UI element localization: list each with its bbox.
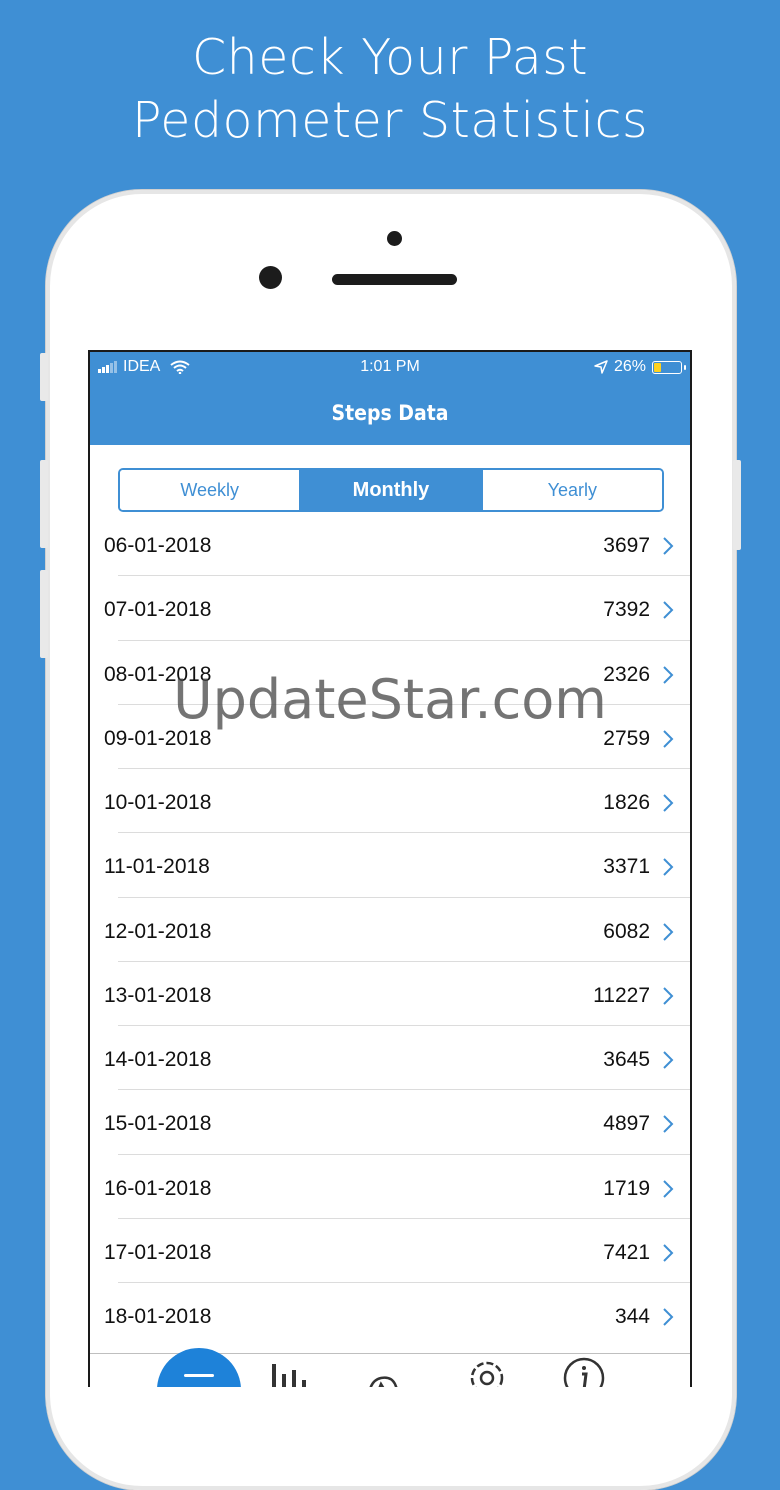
- row-date: 08-01-2018: [104, 662, 212, 686]
- row-steps: 344: [614, 1305, 650, 1328]
- headline-line-2: Pedometer Statistics: [132, 92, 648, 149]
- front-camera: [259, 266, 282, 289]
- battery-icon: [652, 360, 686, 374]
- segment-weekly[interactable]: Weekly: [120, 470, 300, 510]
- settings-icon[interactable]: [464, 1356, 510, 1387]
- row-date: 17-01-2018: [104, 1240, 212, 1264]
- list-item[interactable]: 09-01-2018 2759: [90, 705, 690, 770]
- list-item[interactable]: 13-01-2018 11227: [90, 962, 690, 1027]
- headline-line-1: Check Your Past: [191, 29, 589, 86]
- list-item[interactable]: 07-01-2018 7392: [90, 576, 690, 641]
- row-date: 12-01-2018: [104, 919, 212, 943]
- promo-headline: Check Your Past Pedometer Statistics: [0, 26, 780, 152]
- row-date: 06-01-2018: [104, 534, 212, 557]
- list-item[interactable]: 16-01-2018 1719: [90, 1155, 690, 1220]
- period-segmented-control: Weekly Monthly Yearly: [118, 468, 664, 512]
- segment-yearly[interactable]: Yearly: [480, 470, 662, 510]
- chevron-right-icon: [663, 987, 674, 1005]
- chevron-right-icon: [663, 665, 674, 684]
- list-item[interactable]: 14-01-2018 3645: [90, 1026, 690, 1091]
- list-item[interactable]: 15-01-2018 4897: [90, 1090, 690, 1155]
- steps-list: 06-01-2018 3697 07-01-2018 7392 08-01-2018 23…: [90, 512, 690, 1347]
- list-item[interactable]: 17-01-2018 7421: [90, 1219, 690, 1284]
- phone-volume-up: [40, 460, 48, 548]
- row-steps: 7421: [603, 1240, 650, 1264]
- row-date: 14-01-2018: [104, 1048, 212, 1071]
- chevron-right-icon: [663, 794, 674, 812]
- row-steps: 7392: [603, 598, 650, 622]
- row-date: 09-01-2018: [104, 726, 212, 750]
- battery-percent: 26%: [613, 358, 646, 375]
- row-date: 18-01-2018: [104, 1305, 212, 1328]
- row-date: 07-01-2018: [104, 598, 212, 622]
- earpiece-speaker: [332, 274, 457, 285]
- list-item[interactable]: 18-01-2018 344: [90, 1283, 690, 1347]
- app-screen: IDEA 1:01 PM 26% Steps Data Weekly Month…: [88, 350, 692, 1387]
- location-arrow-icon: [594, 360, 608, 374]
- row-steps: 3371: [603, 855, 650, 879]
- row-steps: 3645: [603, 1048, 650, 1071]
- chevron-right-icon: [663, 922, 674, 941]
- row-date: 13-01-2018: [104, 983, 212, 1007]
- row-steps: 2759: [603, 726, 650, 750]
- status-right: 26%: [594, 358, 686, 376]
- chevron-right-icon: [663, 1115, 674, 1133]
- list-item[interactable]: 11-01-2018 3371: [90, 833, 690, 898]
- row-steps: 11227: [593, 983, 650, 1007]
- list-item[interactable]: 06-01-2018 3697: [90, 512, 690, 577]
- info-icon[interactable]: [562, 1356, 606, 1387]
- proximity-sensor: [387, 231, 402, 246]
- chevron-right-icon: [663, 1051, 674, 1069]
- row-date: 16-01-2018: [104, 1176, 212, 1200]
- chevron-right-icon: [663, 730, 674, 748]
- row-date: 15-01-2018: [104, 1112, 212, 1136]
- list-item[interactable]: 08-01-2018 2326: [90, 641, 690, 706]
- nav-title: Steps Data: [90, 382, 690, 445]
- chevron-right-icon: [663, 1244, 674, 1262]
- chevron-right-icon: [663, 601, 674, 619]
- row-steps: 3697: [603, 534, 650, 557]
- tools-icon[interactable]: [365, 1374, 401, 1387]
- segment-monthly[interactable]: Monthly: [299, 470, 481, 510]
- row-steps: 1826: [603, 791, 650, 814]
- row-steps: 2326: [603, 662, 650, 686]
- list-item[interactable]: 12-01-2018 6082: [90, 898, 690, 963]
- row-steps: 6082: [603, 919, 650, 943]
- chevron-right-icon: [663, 858, 674, 876]
- phone-power-button: [733, 460, 741, 550]
- battery-level: [654, 362, 662, 372]
- tab-bar: [90, 1348, 690, 1387]
- chevron-right-icon: [663, 537, 674, 555]
- chevron-right-icon: [663, 1308, 674, 1326]
- list-item[interactable]: 10-01-2018 1826: [90, 769, 690, 834]
- bar-chart-icon[interactable]: [270, 1358, 318, 1387]
- row-date: 11-01-2018: [104, 855, 210, 879]
- phone-side-button: [40, 353, 48, 401]
- row-date: 10-01-2018: [104, 791, 212, 814]
- status-bar: IDEA 1:01 PM 26%: [90, 352, 690, 382]
- chevron-right-icon: [663, 1179, 674, 1198]
- row-steps: 4897: [603, 1112, 650, 1136]
- row-steps: 1719: [603, 1176, 650, 1200]
- phone-volume-down: [40, 570, 48, 658]
- home-icon[interactable]: [157, 1348, 241, 1387]
